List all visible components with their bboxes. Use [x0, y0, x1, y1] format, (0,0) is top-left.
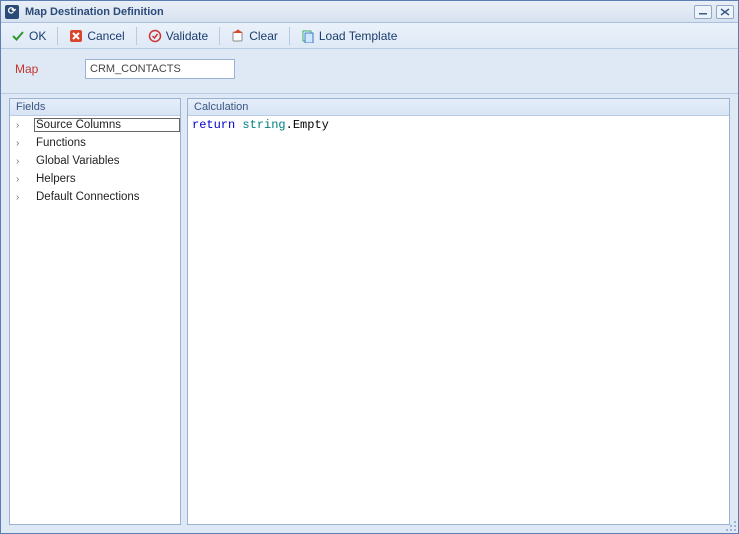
chevron-right-icon: › — [16, 156, 26, 167]
chevron-right-icon: › — [16, 174, 26, 185]
toolbar-separator — [219, 27, 220, 45]
chevron-right-icon: › — [16, 138, 26, 149]
code-token: .Empty — [286, 118, 329, 132]
load-template-label: Load Template — [319, 29, 398, 43]
tree-item[interactable]: › Functions — [10, 134, 180, 152]
tree-item-label: Global Variables — [34, 155, 180, 167]
tree-item[interactable]: › Global Variables — [10, 152, 180, 170]
toolbar-separator — [289, 27, 290, 45]
toolbar: OK Cancel Validate Clear — [1, 23, 738, 49]
tree-item-label: Source Columns — [34, 118, 180, 132]
fields-panel: Fields › Source Columns › Functions › Global … — [9, 98, 181, 525]
tree-item[interactable]: › Default Connections — [10, 188, 180, 206]
tree-item[interactable]: › Helpers — [10, 170, 180, 188]
cancel-button[interactable]: Cancel — [63, 27, 130, 45]
ok-button[interactable]: OK — [5, 27, 52, 45]
chevron-right-icon: › — [16, 192, 26, 203]
toolbar-separator — [136, 27, 137, 45]
tree-item-label: Default Connections — [34, 191, 180, 203]
map-label: Map — [15, 62, 85, 76]
cancel-label: Cancel — [87, 29, 124, 43]
body-area: Fields › Source Columns › Functions › Global … — [1, 94, 738, 533]
clear-label: Clear — [249, 29, 278, 43]
load-template-button[interactable]: Load Template — [295, 27, 404, 45]
tree-item[interactable]: › Source Columns — [10, 116, 180, 134]
dialog-window: ⟳ Map Destination Definition OK Cancel — [0, 0, 739, 534]
validate-icon — [148, 29, 162, 43]
code-token: string — [242, 118, 285, 132]
calculation-panel: Calculation return string.Empty — [187, 98, 730, 525]
fields-panel-header: Fields — [10, 99, 180, 116]
map-input[interactable] — [85, 59, 235, 79]
window-title: Map Destination Definition — [25, 6, 690, 18]
minimize-button[interactable] — [694, 5, 712, 19]
close-button[interactable] — [716, 5, 734, 19]
tree-item-label: Helpers — [34, 173, 180, 185]
checkmark-icon — [11, 29, 25, 43]
toolbar-separator — [57, 27, 58, 45]
clear-button[interactable]: Clear — [225, 27, 284, 45]
validate-button[interactable]: Validate — [142, 27, 214, 45]
chevron-right-icon: › — [16, 120, 26, 131]
code-token: return — [192, 118, 235, 132]
tree-item-label: Functions — [34, 137, 180, 149]
fields-tree[interactable]: › Source Columns › Functions › Global Variabl… — [10, 116, 180, 524]
title-bar: ⟳ Map Destination Definition — [1, 1, 738, 23]
cancel-icon — [69, 29, 83, 43]
resize-grip[interactable] — [723, 518, 737, 532]
calculation-editor[interactable]: return string.Empty — [188, 116, 729, 524]
map-row: Map — [1, 49, 738, 94]
clear-icon — [231, 29, 245, 43]
calculation-panel-header: Calculation — [188, 99, 729, 116]
app-icon: ⟳ — [5, 5, 19, 19]
code-text: return string.Empty — [188, 116, 729, 134]
load-template-icon — [301, 29, 315, 43]
ok-label: OK — [29, 29, 46, 43]
validate-label: Validate — [166, 29, 208, 43]
